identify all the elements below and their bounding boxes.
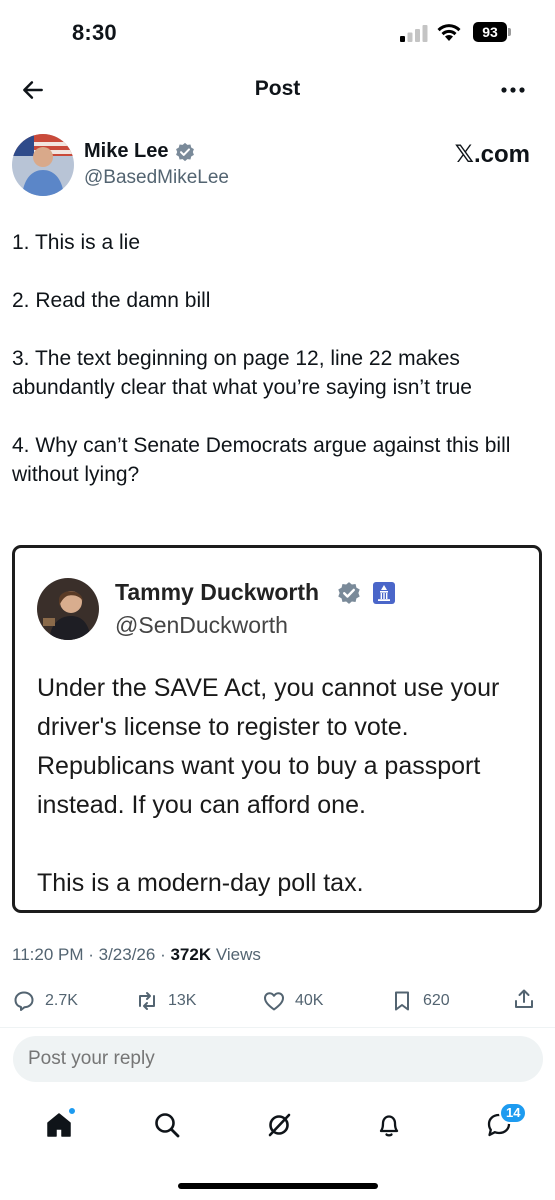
messages-badge: 14 <box>499 1102 528 1124</box>
notification-dot <box>67 1106 77 1116</box>
bookmark-button[interactable]: 620 <box>390 985 450 1017</box>
like-button[interactable]: 40K <box>262 985 323 1017</box>
government-building-icon <box>373 582 395 604</box>
author-name[interactable]: Mike Lee <box>84 140 168 163</box>
post-paragraph: 2. Read the damn bill <box>12 289 211 312</box>
status-time: 8:30 <box>72 20 117 45</box>
repost-button[interactable]: 13K <box>135 985 196 1017</box>
author-handle[interactable]: @BasedMikeLee <box>84 167 229 189</box>
reply-icon <box>14 991 34 1011</box>
post-text: 1. This is a lie 2. Read the damn bill 3… <box>12 228 547 518</box>
divider <box>0 1027 555 1028</box>
quoted-post-text: Under the SAVE Act, you cannot use your … <box>37 669 537 910</box>
battery-indicator: 93 <box>473 22 511 42</box>
quoted-paragraph: This is a modern-day poll tax. <box>37 869 364 897</box>
home-indicator <box>178 1183 378 1189</box>
views-label: Views <box>215 945 261 964</box>
tab-home[interactable] <box>44 1106 77 1140</box>
battery-level: 93 <box>473 22 507 42</box>
post-date: 3/23/26 <box>98 945 156 964</box>
post-meta: 11:20 PM · 3/23/26 · 372K Views <box>12 945 261 964</box>
nav-header: Post <box>0 64 555 116</box>
cellular-signal-icon <box>400 25 428 42</box>
view-count[interactable]: 372K <box>170 945 211 964</box>
repost-count: 13K <box>168 992 197 1009</box>
tab-grok[interactable] <box>264 1110 294 1140</box>
tab-messages[interactable]: 14 <box>484 1102 528 1140</box>
post-paragraph: 1. This is a lie <box>12 231 140 254</box>
page-title: Post <box>254 77 301 100</box>
bell-icon <box>379 1115 399 1137</box>
post-time: 11:20 PM <box>12 945 84 964</box>
quoted-author-handle: @SenDuckworth <box>115 612 288 638</box>
more-options-icon[interactable] <box>499 78 527 102</box>
post-actions: 2.7K 13K 40K 620 <box>0 985 555 1021</box>
verified-badge-icon <box>176 142 194 162</box>
quoted-post-image[interactable]: Tammy Duckworth @SenDuckworth Under the … <box>12 545 542 913</box>
post-author: Mike Lee @BasedMikeLee 𝕏.com <box>0 132 555 198</box>
reply-button[interactable]: 2.7K <box>12 985 78 1017</box>
post-paragraph: 4. Why can’t Senate Democrats argue agai… <box>12 434 511 486</box>
heart-icon <box>264 992 284 1011</box>
post-paragraph: 3. The text beginning on page 12, line 2… <box>12 347 472 399</box>
source-watermark: 𝕏.com <box>454 141 530 168</box>
bookmark-count: 620 <box>423 992 450 1009</box>
quoted-author-name: Tammy Duckworth <box>115 579 320 605</box>
search-icon <box>155 1113 180 1138</box>
author-avatar[interactable] <box>12 134 74 196</box>
tab-notifications[interactable] <box>374 1110 404 1140</box>
status-bar: 8:30 93 <box>0 0 555 64</box>
reply-input[interactable] <box>13 1036 543 1082</box>
wifi-icon <box>437 24 461 41</box>
share-icon[interactable] <box>512 987 536 1011</box>
tab-search[interactable] <box>152 1110 182 1140</box>
quoted-paragraph: Under the SAVE Act, you cannot use your … <box>37 674 500 819</box>
verified-badge-icon <box>338 582 360 604</box>
bookmark-icon <box>395 991 409 1011</box>
battery-cap <box>508 28 511 36</box>
reply-count: 2.7K <box>45 992 78 1009</box>
quoted-author-avatar <box>37 578 99 640</box>
bottom-tab-bar: 14 <box>0 1100 555 1158</box>
repost-icon <box>139 992 155 1010</box>
grok-icon <box>268 1113 291 1137</box>
like-count: 40K <box>295 992 324 1009</box>
